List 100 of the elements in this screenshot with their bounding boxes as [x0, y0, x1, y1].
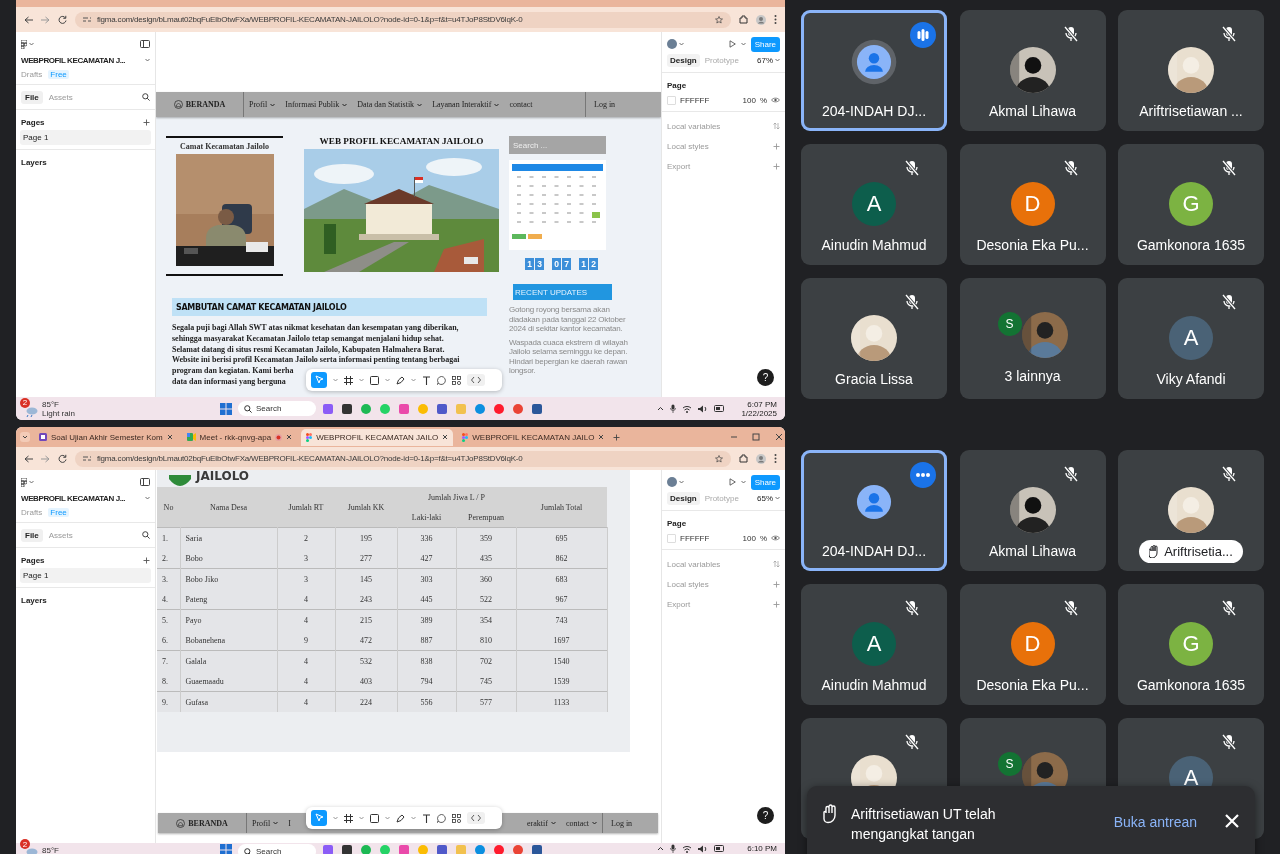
drafts-label: Drafts: [21, 69, 43, 79]
plan-badge: Free: [48, 507, 69, 517]
drafts-label: Drafts: [21, 507, 43, 517]
column-header: No: [157, 487, 180, 528]
browser-tab[interactable]: WEBPROFIL KECAMATAN JAILO: [457, 428, 610, 446]
table-cell: 4: [277, 671, 335, 692]
address-bar[interactable]: figma.com/design/bLmaut02bqFuEIbOtwFXa/WEBPROFIL-KECAMATAN-JAILOLO?node-id=0-1&p=f&t=u4TJoP8StDV6lqK-0: [75, 450, 731, 467]
section-label: Layers: [21, 157, 47, 167]
participant-name: Ainudin Mahmud: [821, 677, 927, 693]
participant-name: 204-INDAH DJ...: [821, 543, 927, 559]
notification-badge: 2: [20, 397, 30, 408]
nav-link[interactable]: Layanan Interaktif: [427, 92, 505, 117]
table-cell: 3.: [157, 568, 180, 589]
search-field[interactable]: Search: [238, 844, 316, 854]
plan-badge: Free: [48, 69, 69, 79]
table-cell: 427: [397, 548, 456, 569]
table-cell: 7.: [157, 650, 180, 671]
file-name[interactable]: WEBPROFIL KECAMATAN J...: [21, 55, 126, 65]
page-item[interactable]: Page 1: [20, 568, 151, 583]
opacity-value[interactable]: 100: [742, 533, 756, 543]
nav-link[interactable]: eraktif: [522, 813, 561, 833]
browser-tab[interactable]: Soal Ujian Akhir Semester Kom: [34, 428, 178, 446]
avatar: D: [1010, 622, 1055, 666]
section-label: Page: [667, 518, 687, 528]
nav-link[interactable]: Data dan Statistik: [352, 92, 428, 117]
nav-link[interactable]: BERANDA: [156, 92, 244, 117]
nav-link[interactable]: Profil: [244, 92, 281, 117]
table-cell: 1133: [516, 691, 607, 712]
table-cell: 1539: [516, 671, 607, 692]
participant-name: Desonia Eka Pu...: [976, 237, 1089, 253]
nav-link[interactable]: Log in: [602, 813, 658, 833]
table-cell: 2.: [157, 548, 180, 569]
section-label: Local styles: [667, 579, 709, 589]
nav-link[interactable]: BERANDA: [158, 813, 247, 833]
browser-tab[interactable]: Meet - rkk-qnvg-apa: [181, 428, 298, 446]
address-bar[interactable]: figma.com/design/bLmaut02bqFuEIbOtwFXa/WEBPROFIL-KECAMATAN-JAILOLO?node-id=0-1&p=f&t=u4TJoP8StDV6lqK-0: [75, 11, 731, 28]
panel-tab[interactable]: File: [21, 528, 43, 542]
table-cell: 838: [397, 650, 456, 671]
temperature: 85°F: [42, 399, 60, 409]
table-cell: 967: [516, 589, 607, 610]
table-cell: 195: [335, 527, 397, 548]
page-item[interactable]: Page 1: [20, 130, 151, 145]
table-cell: 303: [397, 568, 456, 589]
search-field[interactable]: Search ...: [509, 136, 606, 154]
table-cell: 360: [456, 568, 516, 589]
column-header: Jumlah RT: [277, 487, 335, 528]
table-cell: Pateng: [180, 589, 277, 610]
table-cell: 403: [335, 671, 397, 692]
participant-name: Desonia Eka Pu...: [976, 677, 1089, 693]
table-cell: 743: [516, 609, 607, 630]
site-name: JAILOLO: [196, 470, 250, 482]
color-value[interactable]: FFFFFF: [680, 533, 739, 543]
browser-tab[interactable]: WEBPROFIL KECAMATAN JAILO: [301, 428, 454, 446]
nav-link[interactable]: contact: [560, 813, 602, 833]
nav-link[interactable]: Log in: [585, 92, 661, 117]
table-cell: 1540: [516, 650, 607, 671]
queue-button[interactable]: Buka antrean: [1113, 814, 1197, 830]
panel-tab[interactable]: Design: [667, 491, 700, 505]
table-cell: 472: [335, 630, 397, 651]
nav-link[interactable]: Informasi Publik: [280, 92, 353, 117]
file-name[interactable]: WEBPROFIL KECAMATAN J...: [21, 493, 126, 503]
help-button[interactable]: ?: [757, 369, 774, 386]
table-cell: 9.: [157, 691, 180, 712]
section-label: Pages: [21, 117, 45, 127]
panel-tab[interactable]: File: [21, 90, 43, 104]
table-cell: 702: [456, 650, 516, 671]
nav-link[interactable]: contact: [504, 92, 538, 117]
avatar: S: [997, 752, 1022, 776]
clock[interactable]: 6:07 PM 1/22/2025: [731, 399, 777, 418]
help-button[interactable]: ?: [757, 807, 774, 824]
paragraph-line: sehingga masyarakat Kecamatan Jailolo tetap semangat menjalani hidup sehat.: [172, 333, 444, 345]
nav-link[interactable]: I: [283, 813, 296, 833]
opacity-value[interactable]: 100: [742, 95, 756, 105]
zoom-level[interactable]: 65%: [757, 493, 773, 503]
page-title: WEB PROFIL KECAMATAN JAILOLO: [319, 136, 484, 146]
table-cell: 435: [456, 548, 516, 569]
color-value[interactable]: FFFFFF: [680, 95, 739, 105]
avatar: A: [852, 622, 896, 666]
nav-link[interactable]: Profil: [247, 813, 284, 833]
update-text: Gotong royong bersama akan diadakan pada tanggal 22 Oktober 2024 di sekitar kantor kecamatan.: [509, 305, 627, 334]
search-field[interactable]: Search: [238, 401, 316, 416]
table-cell: 4: [277, 691, 335, 712]
table-cell: Gufasa: [180, 691, 277, 712]
update-text: Waspada cuaca ekstrem di wilayah Jailolo selama seminggu ke depan. Hindari bepergian ke daerah rawan longsor.: [509, 337, 629, 376]
table-cell: 4: [277, 650, 335, 671]
panel-tab[interactable]: Design: [667, 53, 700, 67]
column-header: Jumlah Jiwa L / P: [397, 487, 516, 507]
table-cell: 522: [456, 589, 516, 610]
counter-digit: 1: [579, 258, 588, 270]
table-cell: Saria: [180, 527, 277, 548]
counter-digit: 2: [589, 258, 598, 270]
paragraph-line: program dan kegiatan. Kami berha: [172, 366, 294, 377]
counter-digit: 1: [525, 258, 534, 270]
avatar: G: [1169, 182, 1213, 226]
zoom-level[interactable]: 67%: [757, 55, 773, 65]
table-cell: 243: [335, 589, 397, 610]
table-cell: 6.: [157, 630, 180, 651]
table-cell: 577: [456, 691, 516, 712]
participant-name: Gamkonora 1635: [1136, 237, 1246, 253]
clock[interactable]: 6:10 PM: [731, 844, 777, 853]
